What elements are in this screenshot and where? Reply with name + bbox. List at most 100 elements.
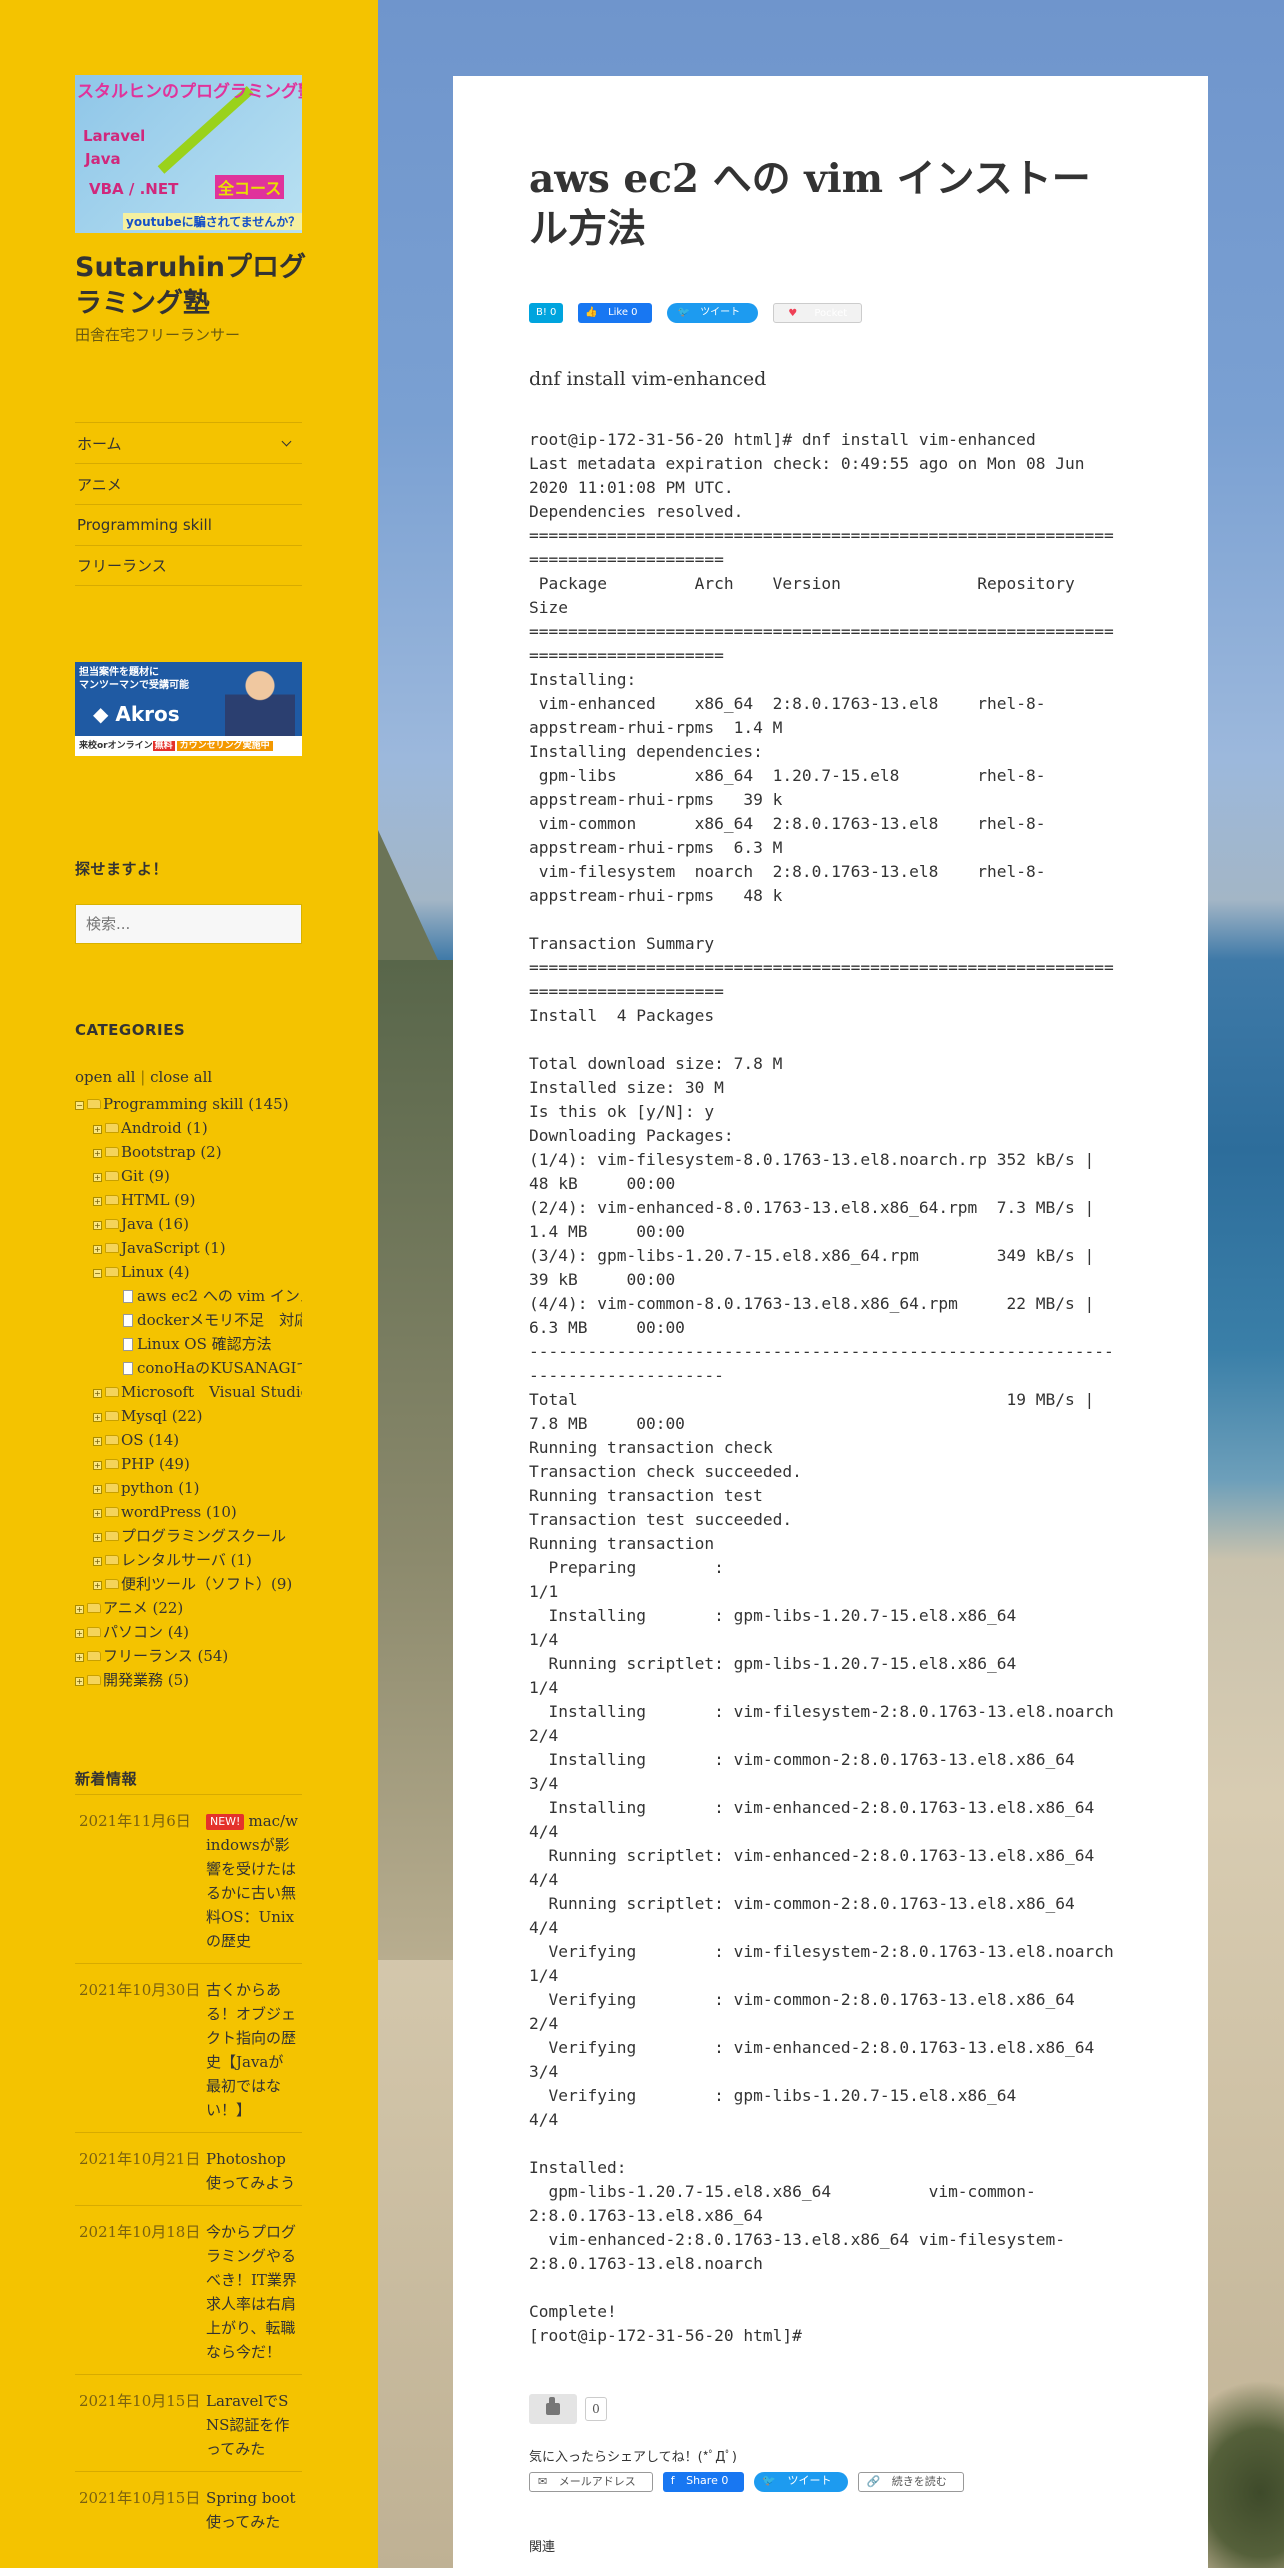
tree-toggle-icon[interactable]: − <box>75 1100 84 1110</box>
category-item[interactable]: + Microsoft Visual Studio <box>75 1380 302 1404</box>
facebook-like-button[interactable]: 👍 Like 0 <box>578 303 652 323</box>
category-label[interactable]: フリーランス (54) <box>103 1647 228 1665</box>
category-item[interactable]: + Git (9) <box>75 1164 302 1188</box>
category-label[interactable]: 便利ツール（ソフト）(9) <box>121 1575 292 1593</box>
tree-toggle-icon[interactable]: + <box>93 1388 102 1398</box>
tree-toggle-icon[interactable]: + <box>93 1244 102 1254</box>
tree-toggle-icon[interactable]: − <box>93 1268 102 1278</box>
tree-toggle-icon[interactable]: + <box>93 1124 102 1134</box>
ad-banner-akros[interactable]: 担当案件を題材に マンツーマンで受講可能 ◆ Akros 来校orオンライン 無料カ… <box>75 662 302 756</box>
category-item[interactable]: + python (1) <box>75 1476 302 1500</box>
category-item[interactable]: + プログラミングスクール <box>75 1524 302 1548</box>
category-label[interactable]: Linux (4) <box>121 1263 190 1281</box>
tree-toggle-icon[interactable]: + <box>93 1460 102 1470</box>
category-label[interactable]: 開発業務 (5) <box>103 1671 189 1689</box>
news-title-link[interactable]: Photoshop使ってみよう <box>206 2147 298 2195</box>
category-item[interactable]: − Programming skill (145) <box>75 1092 302 1116</box>
email-share-button[interactable]: ✉ メールアドレス <box>529 2472 653 2492</box>
tree-toggle-icon[interactable]: + <box>75 1676 84 1686</box>
tree-toggle-icon[interactable]: + <box>75 1652 84 1662</box>
tree-toggle-icon[interactable]: + <box>93 1220 102 1230</box>
nav-item-programming[interactable]: Programming skill <box>75 504 302 545</box>
category-label[interactable]: Programming skill (145) <box>103 1095 289 1113</box>
category-label[interactable]: PHP (49) <box>121 1455 190 1473</box>
category-item[interactable]: dockerメモリ不足 対応 <box>75 1308 302 1332</box>
news-title-link[interactable]: LaravelでSNS認証を作ってみた <box>206 2389 298 2461</box>
tree-toggle-icon[interactable]: + <box>93 1532 102 1542</box>
category-label[interactable]: HTML (9) <box>121 1191 195 1209</box>
facebook-share-button[interactable]: f Share 0 <box>662 2472 745 2492</box>
tree-toggle-icon[interactable]: + <box>93 1172 102 1182</box>
tree-toggle-icon[interactable]: + <box>93 1436 102 1446</box>
category-item[interactable]: + Android (1) <box>75 1116 302 1140</box>
tweet-button-bottom[interactable]: 🐦 ツイート <box>754 2472 848 2492</box>
open-all-link[interactable]: open all <box>75 1068 135 1086</box>
category-item[interactable]: + 便利ツール（ソフト）(9) <box>75 1572 302 1596</box>
category-item[interactable]: + JavaScript (1) <box>75 1236 302 1260</box>
share-buttons-top: B! 0 👍 Like 0 🐦 ツイート ♥ Pocket <box>529 303 863 323</box>
category-label[interactable]: レンタルサーバ (1) <box>121 1551 252 1569</box>
category-item[interactable]: + OS (14) <box>75 1428 302 1452</box>
tree-toggle-icon[interactable]: + <box>93 1196 102 1206</box>
category-item[interactable]: + wordPress (10) <box>75 1500 302 1524</box>
like-count: 0 <box>585 2397 607 2421</box>
category-label[interactable]: JavaScript (1) <box>121 1239 226 1257</box>
category-label[interactable]: Linux OS 確認方法 <box>137 1335 272 1353</box>
category-label[interactable]: OS (14) <box>121 1431 179 1449</box>
category-item[interactable]: − Linux (4) <box>75 1260 302 1284</box>
category-label[interactable]: wordPress (10) <box>121 1503 237 1521</box>
category-label[interactable]: プログラミングスクール <box>121 1527 286 1545</box>
tree-toggle-icon[interactable]: + <box>75 1628 84 1638</box>
category-label[interactable]: Mysql (22) <box>121 1407 203 1425</box>
category-item[interactable]: + HTML (9) <box>75 1188 302 1212</box>
nav-item-home[interactable]: ホーム <box>75 422 302 463</box>
hatena-bookmark-button[interactable]: B! 0 <box>529 303 564 323</box>
category-item[interactable]: + パソコン (4) <box>75 1620 302 1644</box>
category-label[interactable]: アニメ (22) <box>103 1599 183 1617</box>
category-label[interactable]: Git (9) <box>121 1167 170 1185</box>
nav-item-freelance[interactable]: フリーランス <box>75 545 302 586</box>
site-title[interactable]: Sutaruhinプログラミング塾 <box>75 250 315 322</box>
news-title-link[interactable]: 古くからある！オブジェクト指向の歴史【Javaが最初ではない！】 <box>206 1978 298 2122</box>
search-input[interactable]: 検索... <box>75 904 302 944</box>
pocket-button[interactable]: ♥ Pocket <box>773 303 863 323</box>
category-label[interactable]: python (1) <box>121 1479 199 1497</box>
tree-toggle-icon[interactable]: + <box>93 1412 102 1422</box>
tweet-button[interactable]: 🐦 ツイート <box>666 303 759 323</box>
category-item[interactable]: conoHaのKUSANAGIでWordPress <box>75 1356 302 1380</box>
folder-icon <box>105 1555 119 1565</box>
category-item[interactable]: + アニメ (22) <box>75 1596 302 1620</box>
site-logo[interactable]: スタルヒンのプログラミング塾 Laravel Java VBA / .NET 全… <box>75 75 302 233</box>
category-label[interactable]: dockerメモリ不足 対応 <box>137 1311 302 1329</box>
tree-toggle-icon[interactable]: + <box>93 1580 102 1590</box>
category-item[interactable]: + Bootstrap (2) <box>75 1140 302 1164</box>
category-item[interactable]: + PHP (49) <box>75 1452 302 1476</box>
category-item[interactable]: + フリーランス (54) <box>75 1644 302 1668</box>
nav-item-anime[interactable]: アニメ <box>75 463 302 504</box>
tree-toggle-icon[interactable]: + <box>93 1556 102 1566</box>
category-label[interactable]: Android (1) <box>121 1119 208 1137</box>
like-button[interactable] <box>529 2394 577 2424</box>
read-more-button[interactable]: 🔗 続きを読む <box>857 2472 964 2492</box>
category-label[interactable]: conoHaのKUSANAGIでWordPress <box>137 1359 302 1377</box>
category-label[interactable]: Microsoft Visual Studio <box>121 1383 302 1401</box>
category-label[interactable]: Bootstrap (2) <box>121 1143 222 1161</box>
category-item[interactable]: + 開発業務 (5) <box>75 1668 302 1692</box>
tree-toggle-icon[interactable]: + <box>75 1604 84 1614</box>
tree-toggle-icon[interactable]: + <box>93 1148 102 1158</box>
category-item[interactable]: + レンタルサーバ (1) <box>75 1548 302 1572</box>
category-label[interactable]: aws ec2 への vim インストール方法 <box>137 1287 302 1305</box>
category-label[interactable]: パソコン (4) <box>103 1623 189 1641</box>
category-item[interactable]: + Mysql (22) <box>75 1404 302 1428</box>
category-item[interactable]: Linux OS 確認方法 <box>75 1332 302 1356</box>
category-item[interactable]: + Java (16) <box>75 1212 302 1236</box>
category-item[interactable]: aws ec2 への vim インストール方法 <box>75 1284 302 1308</box>
tree-toggle-icon[interactable]: + <box>93 1508 102 1518</box>
tree-toggle-icon[interactable]: + <box>93 1484 102 1494</box>
news-title-link[interactable]: NEW! mac/windowsが影響を受けたはるかに古い無料OS：Unixの歴史 <box>206 1809 298 1953</box>
chevron-down-icon[interactable] <box>281 436 292 446</box>
news-title-link[interactable]: Spring boot 使ってみた <box>206 2486 298 2534</box>
news-title-link[interactable]: 今からプログラミングやるべき！IT業界求人率は右肩上がり、転職なら今だ！ <box>206 2220 298 2364</box>
close-all-link[interactable]: close all <box>150 1068 212 1086</box>
category-label[interactable]: Java (16) <box>121 1215 189 1233</box>
